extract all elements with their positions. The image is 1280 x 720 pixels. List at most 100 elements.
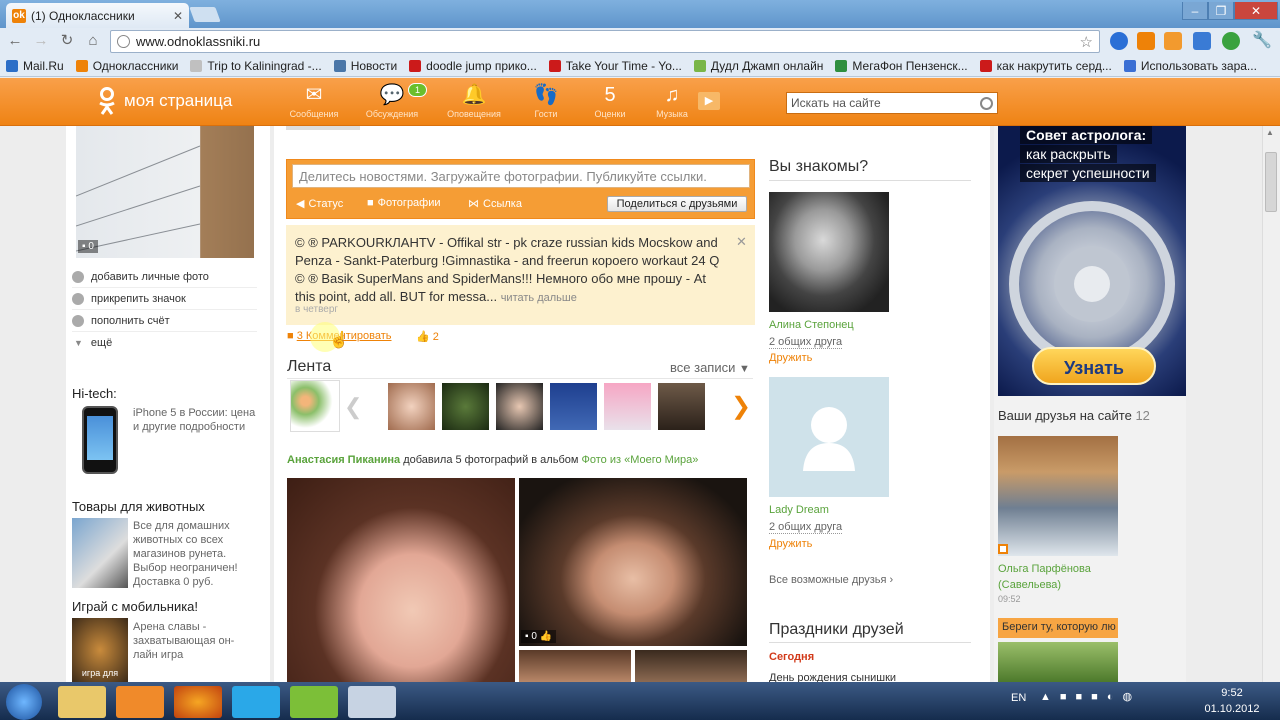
explorer-taskbar-icon[interactable] bbox=[58, 686, 106, 718]
scrollbar-thumb[interactable] bbox=[1265, 152, 1277, 212]
close-tab-icon[interactable]: ✕ bbox=[173, 9, 183, 23]
friend-photo[interactable] bbox=[998, 436, 1118, 556]
post-input[interactable]: Делитесь новостями. Загружайте фотографи… bbox=[292, 164, 750, 188]
share-with-friends-button[interactable]: Поделиться с друзьями bbox=[607, 196, 747, 212]
pets-title[interactable]: Товары для животных bbox=[72, 499, 205, 514]
feed-photo-4[interactable] bbox=[635, 650, 747, 682]
promo-image[interactable] bbox=[998, 642, 1118, 682]
add-friend-link[interactable]: Дружить bbox=[769, 538, 812, 550]
all-posts-link[interactable]: все записи ▼ bbox=[670, 360, 750, 375]
suggest-name-link[interactable]: Lady Dream bbox=[769, 504, 829, 516]
friend-thumb[interactable] bbox=[388, 383, 435, 430]
read-more-link[interactable]: читать дальше bbox=[501, 292, 577, 304]
bookmark-item[interactable]: как накрутить серд... bbox=[979, 59, 1112, 73]
nav-footprints[interactable]: 👣 Гости bbox=[514, 84, 578, 119]
post-photos-button[interactable]: ■ Фотографии bbox=[367, 197, 441, 209]
skype-taskbar-icon[interactable] bbox=[232, 686, 280, 718]
menu-top-up[interactable]: пополнить счёт bbox=[72, 310, 257, 332]
extension-green-icon[interactable] bbox=[1222, 32, 1240, 50]
nav-bell[interactable]: 🔔 Оповещения bbox=[442, 84, 506, 119]
browser-tab[interactable]: ok (1) Одноклассники ✕ bbox=[6, 3, 189, 28]
friend-thumb[interactable] bbox=[496, 383, 543, 430]
minimize-icon[interactable]: – bbox=[1182, 2, 1208, 20]
game-image[interactable]: игра для bbox=[72, 618, 128, 682]
back-icon[interactable]: ← bbox=[6, 32, 24, 50]
play-icon[interactable]: ▶ bbox=[698, 92, 720, 110]
feed-photo-girl-1[interactable] bbox=[287, 478, 515, 682]
firefox-taskbar-icon[interactable] bbox=[174, 686, 222, 718]
suggest-photo-placeholder[interactable] bbox=[769, 377, 889, 497]
tray-icons[interactable]: ▲■■■◐◍ bbox=[1040, 690, 1141, 703]
home-icon[interactable]: ⌂ bbox=[84, 32, 102, 50]
new-tab-button[interactable] bbox=[189, 7, 221, 22]
bookmark-item[interactable]: Новости bbox=[333, 59, 397, 73]
photo-comments-count[interactable]: ▪ 0 bbox=[78, 240, 98, 253]
post-link-button[interactable]: ⋈ Ссылка bbox=[468, 197, 522, 211]
iphone-image[interactable] bbox=[82, 406, 118, 474]
hitech-title[interactable]: Hi-tech: bbox=[72, 386, 117, 401]
feed-photo-girl-2[interactable] bbox=[519, 478, 747, 646]
wrench-icon[interactable]: 🔧 bbox=[1252, 32, 1272, 50]
bookmark-item[interactable]: Take Your Time - Yo... bbox=[548, 59, 682, 73]
feed-author-link[interactable]: Анастасия Пиканина bbox=[287, 454, 400, 466]
all-possible-friends-link[interactable]: Все возможные друзья › bbox=[769, 574, 893, 586]
photo-comments-badge[interactable]: ▪ 0 👍 bbox=[521, 630, 557, 643]
start-button[interactable] bbox=[6, 684, 42, 720]
profile-photo[interactable] bbox=[76, 126, 254, 258]
extension-ok-icon[interactable] bbox=[1137, 32, 1155, 50]
chrome-taskbar-icon[interactable] bbox=[290, 686, 338, 718]
search-icon[interactable] bbox=[980, 96, 993, 110]
clock-date[interactable]: 01.10.2012 bbox=[1194, 703, 1270, 715]
scroll-up-icon[interactable]: ▲ bbox=[1266, 128, 1274, 137]
bookmark-item[interactable]: Дудл Джамп онлайн bbox=[693, 59, 823, 73]
menu-add-photo[interactable]: добавить личные фото bbox=[72, 266, 257, 288]
friend-thumb[interactable] bbox=[442, 383, 489, 430]
mutual-friends-link[interactable]: 2 общих друга bbox=[769, 336, 843, 349]
media-player-taskbar-icon[interactable] bbox=[116, 686, 164, 718]
mutual-friends-link[interactable]: 2 общих друга bbox=[769, 521, 843, 534]
carousel-prev-icon[interactable]: ❮ bbox=[344, 394, 362, 420]
window-close-icon[interactable]: ✕ bbox=[1234, 2, 1278, 20]
address-bar[interactable]: www.odnoklassniki.ru ☆ bbox=[110, 30, 1100, 53]
forward-icon[interactable]: → bbox=[32, 32, 50, 50]
bookmark-item[interactable]: МегаФон Пензенск... bbox=[835, 59, 968, 73]
carousel-next-icon[interactable]: ❯ bbox=[731, 392, 751, 421]
pets-text[interactable]: Все для домашних животных со всех магази… bbox=[133, 519, 255, 589]
app-taskbar-icon[interactable] bbox=[348, 686, 396, 718]
nav-rating-five[interactable]: 5 Оценки bbox=[578, 84, 642, 119]
maximize-icon[interactable]: ❐ bbox=[1208, 2, 1234, 20]
menu-attach-badge[interactable]: прикрепить значок bbox=[72, 288, 257, 310]
menu-more[interactable]: ▼ ещё bbox=[72, 332, 257, 354]
bookmark-item[interactable]: Одноклассники bbox=[75, 59, 178, 73]
close-status-icon[interactable]: ✕ bbox=[736, 234, 747, 250]
mobile-game-text[interactable]: Арена славы - захватывающая он-лайн игра bbox=[133, 620, 255, 662]
reload-icon[interactable]: ↻ bbox=[58, 32, 76, 50]
bookmark-item[interactable]: Использовать зара... bbox=[1123, 59, 1257, 73]
extension-hand-icon[interactable] bbox=[1164, 32, 1182, 50]
bookmark-star-icon[interactable]: ☆ bbox=[1080, 33, 1093, 51]
language-indicator[interactable]: EN bbox=[1011, 692, 1026, 704]
suggest-photo-alina[interactable] bbox=[769, 192, 889, 312]
feed-album-link[interactable]: Фото из «Моего Мира» bbox=[582, 454, 699, 466]
add-friend-link[interactable]: Дружить bbox=[769, 352, 812, 364]
bookmark-item[interactable]: doodle jump прико... bbox=[409, 59, 537, 73]
hitech-text[interactable]: iPhone 5 в России: цена и другие подробн… bbox=[133, 406, 261, 434]
logo-my-page[interactable]: моя страница bbox=[96, 86, 232, 116]
ad-learn-button[interactable]: Узнать bbox=[1032, 347, 1156, 385]
feed-photo-3[interactable] bbox=[519, 650, 631, 682]
clock-time[interactable]: 9:52 bbox=[1200, 687, 1264, 699]
friend-thumb[interactable] bbox=[658, 383, 705, 430]
friend-name-link[interactable]: Ольга Парфёнова (Савельева) bbox=[998, 561, 1118, 593]
post-status-button[interactable]: ◀ Статус bbox=[296, 197, 343, 211]
extension-eye-icon[interactable] bbox=[1193, 32, 1211, 50]
husky-image[interactable] bbox=[72, 518, 128, 588]
nav-envelope[interactable]: ✉ Сообщения bbox=[282, 84, 346, 119]
suggest-name-link[interactable]: Алина Степонец bbox=[769, 319, 854, 331]
friend-thumb[interactable] bbox=[550, 383, 597, 430]
promo-banner[interactable]: Береги ту, которую лю bbox=[998, 618, 1118, 638]
extension-globe-icon[interactable] bbox=[1110, 32, 1128, 50]
groups-filter-thumb[interactable] bbox=[290, 380, 340, 432]
friends-online-count[interactable]: 12 bbox=[1135, 408, 1149, 423]
bookmark-item[interactable]: Trip to Kaliningrad -... bbox=[190, 59, 322, 73]
nav-music-note[interactable]: ♫ Музыка bbox=[640, 84, 704, 119]
